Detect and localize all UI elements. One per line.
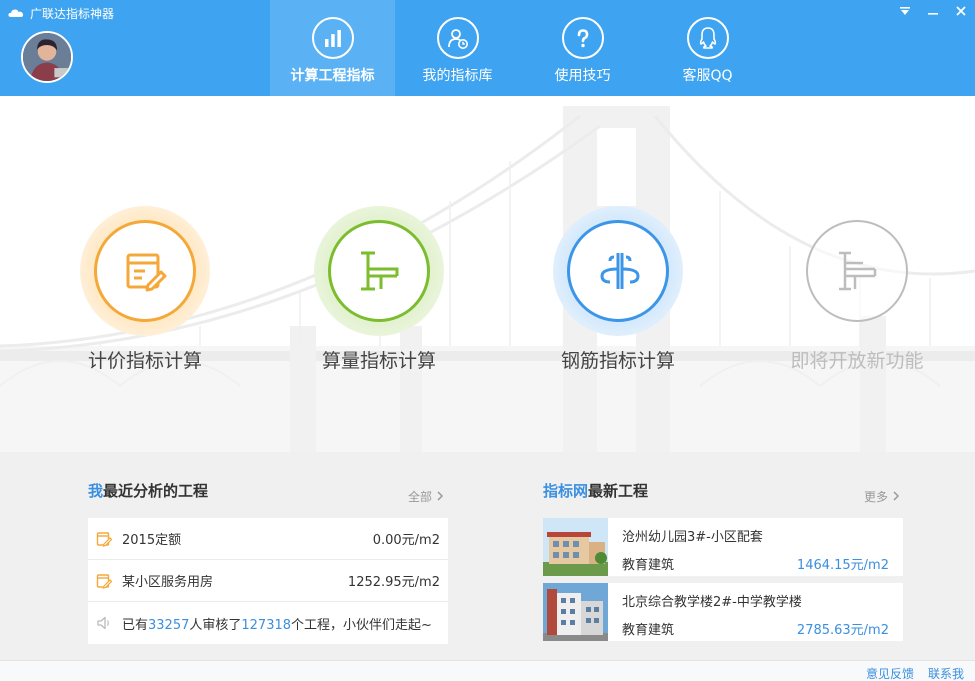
card-info: 北京综合教学楼2#-中学教学楼 教育建筑 2785.63元/m2 xyxy=(608,583,903,641)
title-bar: 广联达指标神器 xyxy=(8,4,114,22)
app-window: 广联达指标神器 计算工程指标 我的指标库 使用技巧 客服QQ 计价指标计算 算量… xyxy=(0,0,975,681)
list-item[interactable]: 2015定额 0.00元/m2 xyxy=(88,518,448,560)
tab-tips[interactable]: 使用技巧 xyxy=(520,0,645,96)
footer-bar: 意见反馈 联系我们 xyxy=(0,660,975,681)
stats-text: 已有33257人审核了127318个工程，小伙伴们走起~ xyxy=(122,617,432,633)
project-count: 127318 xyxy=(241,617,292,633)
tab-label: 计算工程指标 xyxy=(290,68,375,84)
feature-label: 算量指标计算 xyxy=(321,350,436,372)
main-nav: 计算工程指标 我的指标库 使用技巧 客服QQ xyxy=(270,0,770,96)
feature-circle xyxy=(94,220,196,322)
card-title: 沧州幼儿园3#-小区配套 xyxy=(622,530,763,545)
document-pencil-icon xyxy=(96,531,112,547)
rebar-icon xyxy=(600,253,640,289)
list-item[interactable]: 某小区服务用房 1252.95元/m2 xyxy=(88,560,448,602)
question-icon xyxy=(561,17,604,59)
cloud-logo-icon xyxy=(8,9,24,17)
beam-icon xyxy=(361,251,399,291)
card-type: 教育建筑 xyxy=(622,558,675,573)
feature-halo xyxy=(792,206,922,336)
project-value: 0.00元/m2 xyxy=(372,533,440,548)
latest-projects-list: 沧州幼儿园3#-小区配套 教育建筑 1464.15元/m2 北京综合教学楼2#-… xyxy=(543,518,903,648)
feature-halo xyxy=(80,206,210,336)
window-controls xyxy=(891,0,975,22)
school-building-thumbnail xyxy=(543,583,608,641)
feature-label: 即将开放新功能 xyxy=(790,350,924,372)
view-all-link[interactable]: 全部 xyxy=(408,488,444,505)
beam-stack-icon xyxy=(839,251,877,291)
document-pencil-icon xyxy=(96,573,112,589)
chevron-right-icon xyxy=(437,491,443,501)
pricing-index-feature[interactable]: 计价指标计算 xyxy=(35,206,255,373)
card-info: 沧州幼儿园3#-小区配套 教育建筑 1464.15元/m2 xyxy=(608,518,903,576)
user-count: 33257 xyxy=(148,617,190,633)
tab-label: 使用技巧 xyxy=(554,68,611,84)
latest-projects-title: 指标网最新工程 xyxy=(543,482,649,500)
card-type: 教育建筑 xyxy=(622,623,675,638)
close-icon[interactable] xyxy=(947,0,975,22)
hero-area: 计价指标计算 算量指标计算 钢筋指标计算 即将开放新功能 xyxy=(0,96,975,452)
tab-label: 我的指标库 xyxy=(422,68,493,84)
kindergarten-building-thumbnail xyxy=(543,518,608,576)
tab-calculate-index[interactable]: 计算工程指标 xyxy=(270,0,395,96)
feature-circle xyxy=(567,220,669,322)
quantity-index-feature[interactable]: 算量指标计算 xyxy=(269,206,489,373)
chevron-right-icon xyxy=(893,491,899,501)
user-avatar[interactable] xyxy=(21,31,73,83)
card-price: 2785.63元/m2 xyxy=(796,623,889,638)
bar-chart-icon xyxy=(311,17,354,59)
menu-dropdown-icon[interactable] xyxy=(891,0,919,22)
recent-projects-list: 2015定额 0.00元/m2 某小区服务用房 1252.95元/m2 已有33… xyxy=(88,518,448,644)
tab-my-library[interactable]: 我的指标库 xyxy=(395,0,520,96)
project-name: 2015定额 xyxy=(122,533,182,548)
header-bar: 广联达指标神器 计算工程指标 我的指标库 使用技巧 客服QQ xyxy=(0,0,975,96)
feature-halo xyxy=(314,206,444,336)
tab-label: 客服QQ xyxy=(682,68,733,84)
view-more-link[interactable]: 更多 xyxy=(864,488,900,505)
project-value: 1252.95元/m2 xyxy=(347,575,440,590)
project-name: 某小区服务用房 xyxy=(122,575,214,590)
app-title: 广联达指标神器 xyxy=(30,6,115,21)
project-card[interactable]: 沧州幼儿园3#-小区配套 教育建筑 1464.15元/m2 xyxy=(543,518,903,576)
bottom-section: 我最近分析的工程 全部 2015定额 0.00元/m2 某小区服务用房 1252… xyxy=(0,452,975,681)
tab-qq-support[interactable]: 客服QQ xyxy=(645,0,770,96)
contact-us-link[interactable]: 联系我们 xyxy=(928,665,975,681)
stats-note: 已有33257人审核了127318个工程，小伙伴们走起~ xyxy=(88,602,448,644)
user-clock-icon xyxy=(436,17,479,59)
project-card[interactable]: 北京综合教学楼2#-中学教学楼 教育建筑 2785.63元/m2 xyxy=(543,583,903,641)
feedback-link[interactable]: 意见反馈 xyxy=(866,665,914,681)
card-price: 1464.15元/m2 xyxy=(796,558,889,573)
recent-projects-title: 我最近分析的工程 xyxy=(88,482,209,500)
feature-label: 钢筋指标计算 xyxy=(560,350,675,372)
feature-halo xyxy=(553,206,683,336)
coming-soon-feature: 即将开放新功能 xyxy=(747,206,967,373)
rebar-index-feature[interactable]: 钢筋指标计算 xyxy=(508,206,728,373)
card-title: 北京综合教学楼2#-中学教学楼 xyxy=(622,595,802,610)
qq-icon xyxy=(686,17,729,59)
document-pencil-icon xyxy=(126,253,167,292)
minimize-icon[interactable] xyxy=(919,0,947,22)
feature-circle xyxy=(328,220,430,322)
speaker-icon xyxy=(97,616,109,630)
feature-circle xyxy=(806,220,908,322)
feature-label: 计价指标计算 xyxy=(87,350,202,372)
